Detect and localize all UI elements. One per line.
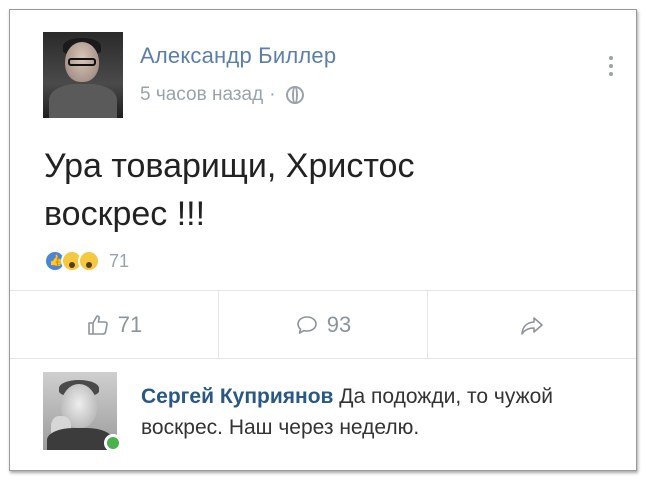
globe-icon (285, 86, 304, 104)
comment-icon (296, 315, 317, 334)
meta-separator: · (269, 84, 276, 105)
comment-count: 93 (326, 311, 352, 337)
like-icon (87, 314, 108, 335)
like-count: 71 (117, 311, 143, 337)
comment-author-name[interactable]: Сергей Куприянов (141, 385, 333, 408)
post-text-line: воскрес !!! (44, 195, 206, 233)
comment: Сергей Куприянов Да подожди, то чужой во… (141, 381, 621, 443)
haha-reaction-icon (78, 250, 100, 272)
online-status-icon (104, 434, 122, 452)
reaction-count: 71 (109, 250, 130, 271)
comment-button[interactable]: 93 (219, 291, 428, 358)
post-time[interactable]: 5 часов назад (140, 84, 263, 106)
share-icon (521, 316, 543, 335)
more-icon[interactable] (608, 56, 614, 80)
post-card: Александр Биллер 5 часов назад · Ура тов… (9, 9, 637, 471)
action-bar: 71 93 (10, 290, 636, 359)
post-meta: 5 часов назад · (140, 84, 304, 106)
post-text-line: Ура товарищи, Христос (44, 147, 415, 185)
post-text: Ура товарищи, Христос воскрес !!! (44, 142, 604, 238)
reactions-summary[interactable]: 71 (44, 250, 129, 272)
author-avatar[interactable] (43, 32, 123, 118)
post-author-name[interactable]: Александр Биллер (140, 43, 336, 69)
like-button[interactable]: 71 (10, 291, 219, 358)
share-button[interactable] (428, 291, 636, 358)
